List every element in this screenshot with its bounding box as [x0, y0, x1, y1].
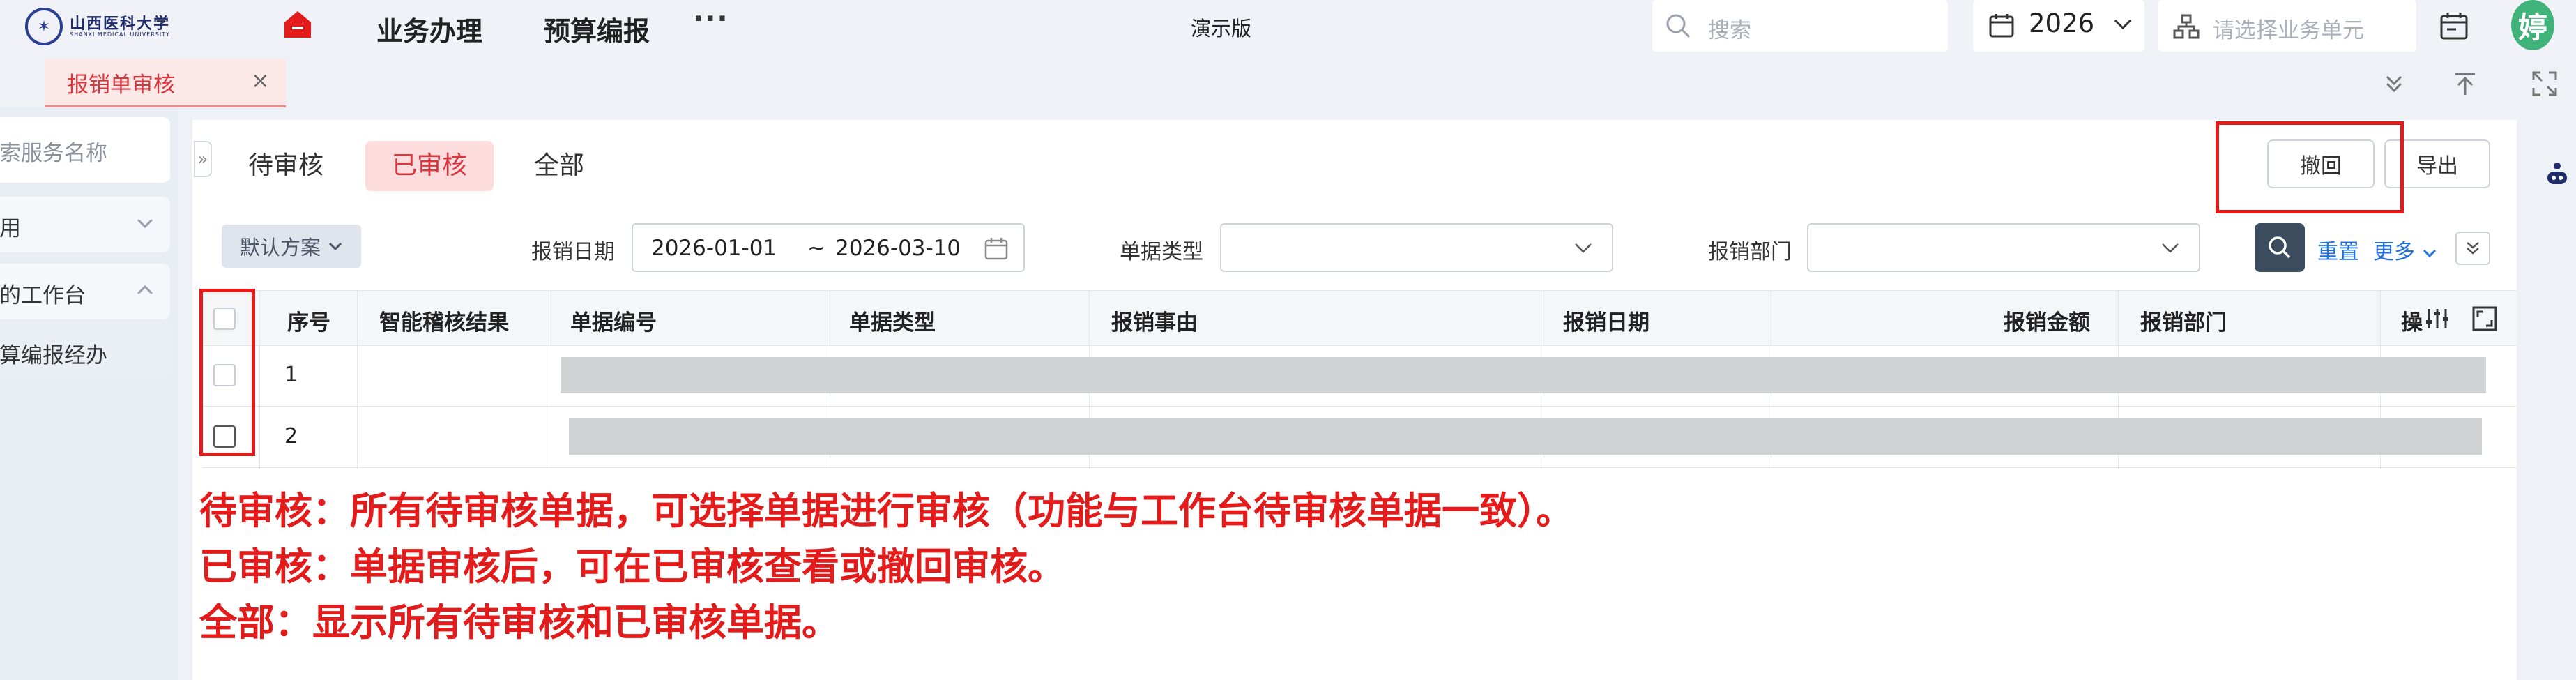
tab-pending[interactable]: 待审核 — [248, 141, 323, 191]
sidebar-item-label: 我的工作台 — [0, 283, 86, 308]
annotation-reviewed: 已审核：单据审核后，可在已审核查看或撤回审核。 — [199, 544, 1065, 589]
dept-label: 报销部门 — [1708, 240, 1792, 264]
double-chevron-right-icon: » — [197, 149, 208, 169]
date-label: 报销日期 — [531, 240, 615, 264]
year-value: 2026 — [2029, 8, 2095, 38]
user-avatar[interactable]: 婷 — [2511, 0, 2554, 50]
floating-assistant-icon[interactable] — [2545, 159, 2570, 188]
column-settings-icon[interactable] — [2423, 305, 2451, 333]
sidebar-item-my-workbench[interactable]: 我的工作台 — [0, 264, 170, 319]
chevron-down-icon — [2114, 19, 2132, 30]
redacted-row-content — [569, 418, 2482, 455]
calendar-button[interactable] — [2426, 0, 2482, 52]
redacted-row-content — [561, 357, 2486, 393]
col-date: 报销日期 — [1563, 310, 1649, 335]
scheme-select[interactable]: 默认方案 — [222, 225, 361, 268]
nav-budget[interactable]: 预算编报 — [544, 10, 650, 48]
calendar-icon — [1989, 14, 2014, 38]
table-row[interactable]: 2 — [202, 406, 2517, 468]
date-start: 2026-01-01 — [651, 236, 777, 261]
global-search-input[interactable]: 搜索 — [1652, 0, 1948, 52]
university-logo[interactable]: ✶ 山西医科大学 SHANXI MEDICAL UNIVERSITY — [25, 6, 192, 47]
tab-reviewed[interactable]: 已审核 — [365, 141, 494, 191]
calendar-icon — [2440, 13, 2468, 40]
col-index: 序号 — [287, 310, 330, 335]
date-separator: ~ — [807, 236, 825, 261]
sidebar-search-input[interactable]: 搜索服务名称 — [0, 117, 170, 183]
close-icon[interactable]: × — [251, 67, 270, 93]
nav-business[interactable]: 业务办理 — [376, 10, 482, 48]
tab-label: 报销单审核 — [67, 73, 175, 98]
col-doc-number: 单据编号 — [570, 310, 657, 335]
business-unit-placeholder: 请选择业务单元 — [2213, 18, 2364, 43]
highlight-box-withdraw — [2216, 121, 2404, 213]
col-dept: 报销部门 — [2140, 310, 2227, 335]
table-row[interactable]: 1 — [202, 345, 2517, 407]
chevron-down-icon — [1575, 243, 1592, 253]
calendar-icon — [984, 238, 1008, 260]
chevron-down-icon — [2423, 249, 2436, 258]
col-actions: 操 — [2401, 310, 2423, 335]
home-icon[interactable] — [280, 7, 315, 42]
tab-bar: 报销单审核 × — [0, 59, 2576, 107]
fullscreen-icon[interactable] — [2529, 68, 2560, 99]
col-amount: 报销金额 — [2004, 310, 2090, 335]
col-reason: 报销事由 — [1111, 310, 1198, 335]
sidebar — [0, 107, 178, 680]
row-index: 2 — [284, 424, 298, 448]
search-icon — [1666, 14, 1691, 38]
date-end: 2026-03-10 — [835, 236, 961, 261]
doc-type-label: 单据类型 — [1120, 240, 1203, 264]
chevron-down-icon — [2162, 243, 2179, 253]
search-placeholder: 搜索 — [1708, 18, 1751, 43]
tab-all[interactable]: 全部 — [534, 141, 584, 191]
sidebar-subitem-budget-agent[interactable]: 预算编报经办 — [0, 322, 170, 377]
annotation-all: 全部：显示所有待审核和已审核单据。 — [199, 600, 839, 644]
upload-icon[interactable] — [2450, 68, 2480, 99]
logo-emblem-icon: ✶ — [25, 8, 63, 45]
collapse-filters-button[interactable] — [2455, 232, 2490, 265]
dept-select[interactable] — [1807, 223, 2200, 272]
more-filters-link[interactable]: 更多 — [2373, 234, 2437, 265]
tab-reimbursement-review[interactable]: 报销单审核 × — [45, 59, 286, 107]
more-filters-label: 更多 — [2373, 240, 2415, 264]
sidebar-item-common[interactable]: 常用 — [0, 197, 170, 252]
nav-more-button[interactable]: ··· — [693, 3, 729, 35]
logo-text: 山西医科大学 SHANXI MEDICAL UNIVERSITY — [70, 15, 170, 38]
scheme-label: 默认方案 — [239, 236, 321, 259]
chevron-up-icon — [137, 285, 153, 295]
sidebar-item-label: 常用 — [0, 216, 21, 241]
chevron-down-icon — [137, 218, 153, 229]
sidebar-subitem-label: 预算编报经办 — [0, 343, 107, 368]
reset-link[interactable]: 重置 — [2317, 234, 2359, 265]
annotation-pending: 待审核：所有待审核单据，可选择单据进行审核（功能与工作台待审核单据一致）。 — [199, 488, 1573, 533]
table-header: 序号 智能稽核结果 单据编号 单据类型 报销事由 报销日期 报销金额 报销部门 … — [202, 290, 2517, 346]
chevron-down-icon — [328, 242, 342, 251]
business-unit-select[interactable]: 请选择业务单元 — [2158, 0, 2416, 52]
search-icon — [2269, 236, 2291, 259]
col-audit-result: 智能稽核结果 — [379, 310, 509, 335]
table-fullscreen-icon[interactable] — [2471, 305, 2499, 333]
search-button[interactable] — [2255, 223, 2305, 272]
logo-en: SHANXI MEDICAL UNIVERSITY — [70, 31, 170, 38]
row-index: 1 — [284, 363, 298, 387]
col-doc-type: 单据类型 — [849, 310, 936, 335]
double-chevron-down-icon — [2467, 242, 2479, 255]
org-structure-icon — [2173, 14, 2200, 39]
edition-label: 演示版 — [1191, 17, 1252, 40]
date-range-input[interactable]: 2026-01-01 ~ 2026-03-10 — [632, 223, 1025, 272]
doc-type-select[interactable] — [1220, 223, 1613, 272]
logo-cn: 山西医科大学 — [70, 14, 171, 33]
review-table: 序号 智能稽核结果 单据编号 单据类型 报销事由 报销日期 报销金额 报销部门 … — [202, 290, 2517, 469]
highlight-box-checkboxes — [199, 289, 255, 456]
double-chevron-down-icon[interactable] — [2379, 68, 2409, 99]
expand-sidebar-button[interactable]: » — [194, 141, 212, 177]
year-select[interactable]: 2026 — [1973, 0, 2144, 52]
sidebar-search-placeholder: 搜索服务名称 — [0, 141, 107, 166]
